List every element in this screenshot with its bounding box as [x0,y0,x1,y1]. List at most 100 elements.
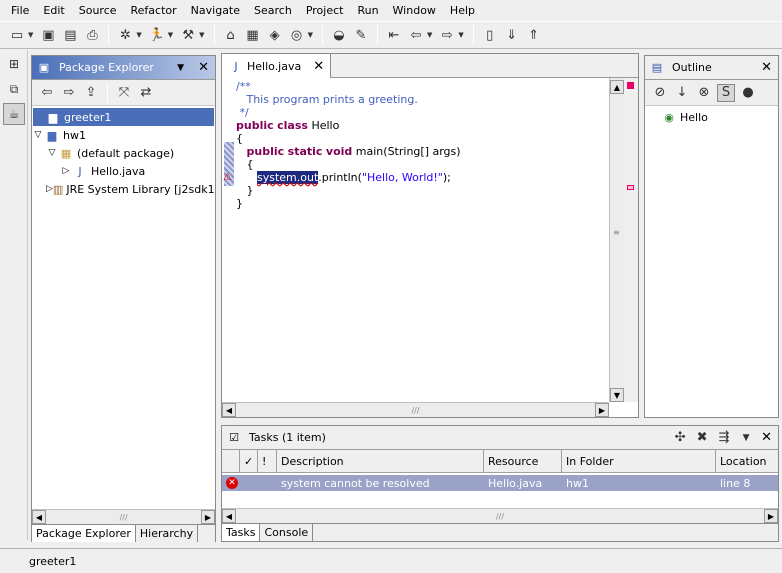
menu-file[interactable]: File [4,0,36,21]
next-annotation-icon[interactable]: ⇓ [503,26,521,44]
completed-cell[interactable] [240,475,258,491]
scroll-right-icon[interactable]: ▶ [764,509,778,523]
search-icon[interactable]: ◒ [330,26,348,44]
open-perspective-icon[interactable]: ⊞ [3,53,25,75]
menu-edit[interactable]: Edit [36,0,71,21]
menu-navigate[interactable]: Navigate [184,0,247,21]
open-type-dropdown-icon[interactable]: ▼ [308,31,313,39]
close-icon[interactable]: ✕ [198,60,209,75]
tree-item-hello-java[interactable]: ▷ J Hello.java [32,162,215,180]
code-text[interactable]: /** This program prints a greeting. */ p… [236,80,461,210]
close-tab-icon[interactable]: ✕ [313,59,324,74]
tree-item-hw1[interactable]: ▽ ▆ hw1 [32,126,215,144]
forward-icon[interactable]: ⇨ [60,84,78,102]
menu-help[interactable]: Help [443,0,482,21]
tab-console[interactable]: Console [260,524,314,541]
new-icon[interactable]: ▭ [8,26,26,44]
editor-area[interactable]: ⚠ /** This program prints a greeting. */… [222,78,638,402]
tab-hierarchy[interactable]: Hierarchy [136,525,199,542]
menu-project[interactable]: Project [299,0,351,21]
scroll-up-icon[interactable]: ▲ [610,80,624,94]
tab-hello-java[interactable]: J Hello.java ✕ [222,54,332,78]
scroll-right-icon[interactable]: ▶ [595,403,609,417]
run-icon[interactable]: 🏃 [148,26,166,44]
column-header-priority[interactable]: ! [258,450,277,472]
tree-item-jre-library[interactable]: ▷ ▥ JRE System Library [j2sdk1.4 [32,180,215,198]
new-dropdown-icon[interactable]: ▼ [28,31,33,39]
expand-triangle-icon[interactable]: ▽ [46,148,58,158]
column-header-completed[interactable]: ✓ [240,450,258,472]
external-tools-dropdown-icon[interactable]: ▼ [199,31,204,39]
menu-run[interactable]: Run [350,0,385,21]
tree-item-greeter1[interactable]: ▆ greeter1 [33,108,214,126]
view-menu-icon[interactable]: ▼ [737,429,755,447]
print-icon[interactable]: ⎙ [83,26,101,44]
save-icon[interactable]: ▣ [39,26,57,44]
vertical-scrollbar[interactable]: ▲ ≡ ▼ [609,78,624,402]
column-header-description[interactable]: Description [277,450,484,472]
save-all-icon[interactable]: ▤ [61,26,79,44]
scroll-left-icon[interactable]: ◀ [32,510,46,524]
scroll-left-icon[interactable]: ◀ [222,403,236,417]
delete-task-icon[interactable]: ✖ [693,429,711,447]
back-icon[interactable]: ⇦ [38,84,56,102]
error-token[interactable]: system.out [256,171,319,184]
hide-fields-icon[interactable]: ⊘ [651,84,669,102]
resource-perspective-icon[interactable]: ⧉ [3,78,25,100]
tasks-horizontal-scrollbar[interactable]: ◀ /// ▶ [222,508,778,523]
filter-icon[interactable]: ⇶ [715,429,733,447]
hide-non-public-icon[interactable]: ⊗ [695,84,713,102]
run-dropdown-icon[interactable]: ▼ [168,31,173,39]
new-java-project-icon[interactable]: ⌂ [222,26,240,44]
tab-package-explorer[interactable]: Package Explorer [32,525,136,542]
add-task-icon[interactable]: ✣ [671,429,689,447]
view-menu-icon[interactable]: ▼ [177,63,184,73]
close-icon[interactable]: ✕ [761,430,772,445]
link-with-editor-icon[interactable]: ⇄ [137,84,155,102]
up-icon[interactable]: ⇪ [82,84,100,102]
column-header-folder[interactable]: In Folder [562,450,716,472]
document-icon[interactable]: ▯ [481,26,499,44]
column-header-resource[interactable]: Resource [484,450,562,472]
collapse-all-icon[interactable]: ⤧ [115,84,133,102]
outline-item-hello[interactable]: ◉ Hello [645,108,778,126]
scroll-down-icon[interactable]: ▼ [610,388,624,402]
forward-dropdown-icon[interactable]: ▼ [458,31,463,39]
menu-search[interactable]: Search [247,0,299,21]
error-summary-icon[interactable] [627,82,634,89]
previous-annotation-icon[interactable]: ⇑ [525,26,543,44]
forward-icon[interactable]: ⇨ [438,26,456,44]
pen-icon[interactable]: ✎ [352,26,370,44]
column-header-icon[interactable] [222,450,240,472]
expand-triangle-icon[interactable]: ▽ [32,130,44,140]
collapse-triangle-icon[interactable]: ▷ [60,166,72,176]
column-header-location[interactable]: Location [716,450,778,472]
back-icon[interactable]: ⇦ [407,26,425,44]
debug-icon[interactable]: ✲ [116,26,134,44]
scroll-right-icon[interactable]: ▶ [201,510,215,524]
menu-window[interactable]: Window [386,0,443,21]
menu-refactor[interactable]: Refactor [124,0,184,21]
sort-icon[interactable]: ↓ [673,84,691,102]
collapse-triangle-icon[interactable]: ▷ [46,184,53,194]
java-perspective-icon[interactable]: ☕ [3,103,25,125]
back-dropdown-icon[interactable]: ▼ [427,31,432,39]
scroll-left-icon[interactable]: ◀ [222,509,236,523]
tree-item-default-package[interactable]: ▽ ▦ (default package) [32,144,215,162]
hide-local-types-icon[interactable]: ● [739,84,757,102]
table-row[interactable]: ✕ system cannot be resolved Hello.java h… [222,475,778,491]
hide-static-icon[interactable]: S [717,83,735,102]
last-edit-icon[interactable]: ⇤ [385,26,403,44]
debug-dropdown-icon[interactable]: ▼ [136,31,141,39]
open-type-icon[interactable]: ◎ [288,26,306,44]
menu-source[interactable]: Source [72,0,124,21]
close-icon[interactable]: ✕ [761,60,772,75]
new-package-icon[interactable]: ▦ [244,26,262,44]
external-tools-icon[interactable]: ⚒ [179,26,197,44]
error-marker-icon[interactable]: ⚠ [223,172,232,183]
new-class-icon[interactable]: ◈ [266,26,284,44]
horizontal-scrollbar[interactable]: ◀ /// ▶ [32,509,215,524]
editor-horizontal-scrollbar[interactable]: ◀ /// ▶ [222,402,609,417]
tab-tasks[interactable]: Tasks [222,524,261,541]
error-annotation-marker[interactable] [627,185,634,190]
